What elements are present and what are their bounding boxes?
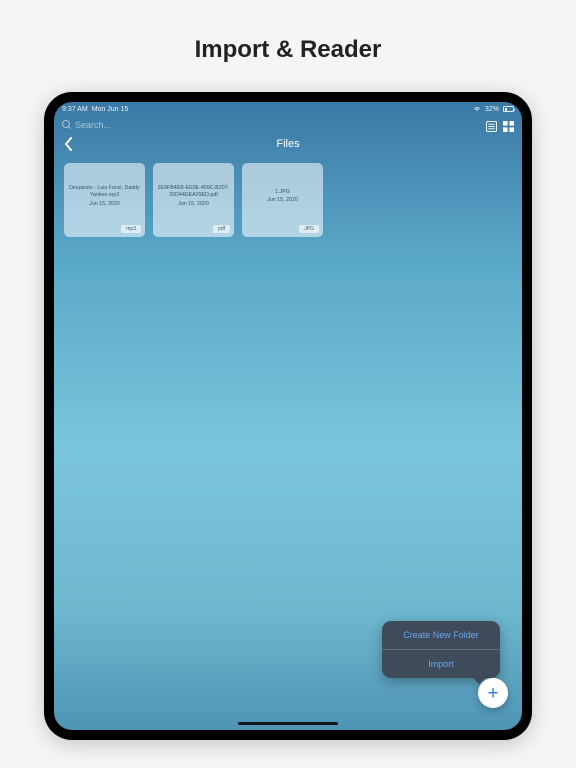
nav-bar: Files — [54, 135, 522, 159]
plus-icon: + — [487, 684, 498, 703]
file-tile[interactable]: Despacito - Luis Fonsi, Daddy Yankee.mp3… — [64, 163, 145, 237]
status-bar: 9:37 AM Mon Jun 15 32% — [54, 102, 522, 116]
add-menu-popover: Create New Folder Import — [382, 621, 500, 678]
file-date: Jun 15, 2020 — [267, 197, 298, 203]
device-frame: 9:37 AM Mon Jun 15 32% Search... — [44, 92, 532, 740]
file-ext-badge: JPG — [299, 225, 319, 233]
home-indicator — [238, 722, 338, 725]
file-name: Despacito - Luis Fonsi, Daddy Yankee.mp3 — [68, 185, 141, 198]
battery-icon — [503, 106, 514, 112]
marketing-title: Import & Reader — [195, 36, 382, 64]
status-left: 9:37 AM Mon Jun 15 — [62, 106, 128, 113]
back-button[interactable] — [64, 137, 73, 151]
screen: 9:37 AM Mon Jun 15 32% Search... — [54, 102, 522, 730]
grid-view-icon[interactable] — [503, 119, 514, 130]
status-date: Mon Jun 15 — [92, 106, 129, 113]
view-mode-toggles — [486, 119, 514, 130]
add-button[interactable]: + — [478, 678, 508, 708]
list-view-icon[interactable] — [486, 119, 497, 130]
file-name: 2E9FB4EB-EE0E-459C-B207-20D44DEA29ED.pdf — [157, 185, 230, 198]
status-right: 32% — [473, 106, 514, 113]
file-date: Jun 15, 2020 — [89, 201, 120, 207]
file-date: Jun 15, 2020 — [178, 201, 209, 207]
file-ext-badge: pdf — [213, 225, 230, 233]
search-row: Search... — [54, 116, 522, 135]
file-grid: Despacito - Luis Fonsi, Daddy Yankee.mp3… — [54, 159, 522, 241]
status-time: 9:37 AM — [62, 106, 88, 113]
create-folder-item[interactable]: Create New Folder — [382, 621, 500, 649]
page-title: Files — [54, 138, 522, 150]
import-item[interactable]: Import — [382, 650, 500, 678]
search-icon — [62, 120, 71, 129]
file-tile[interactable]: 1.JPG Jun 15, 2020 JPG — [242, 163, 323, 237]
search-input[interactable]: Search... — [62, 120, 480, 130]
file-tile[interactable]: 2E9FB4EB-EE0E-459C-B207-20D44DEA29ED.pdf… — [153, 163, 234, 237]
status-battery-text: 32% — [485, 106, 499, 113]
wifi-icon — [473, 106, 481, 112]
file-ext-badge: mp3 — [121, 225, 141, 233]
page-root: Import & Reader 9:37 AM Mon Jun 15 32% — [0, 0, 576, 768]
file-name: 1.JPG — [275, 189, 290, 196]
search-placeholder: Search... — [75, 120, 111, 130]
